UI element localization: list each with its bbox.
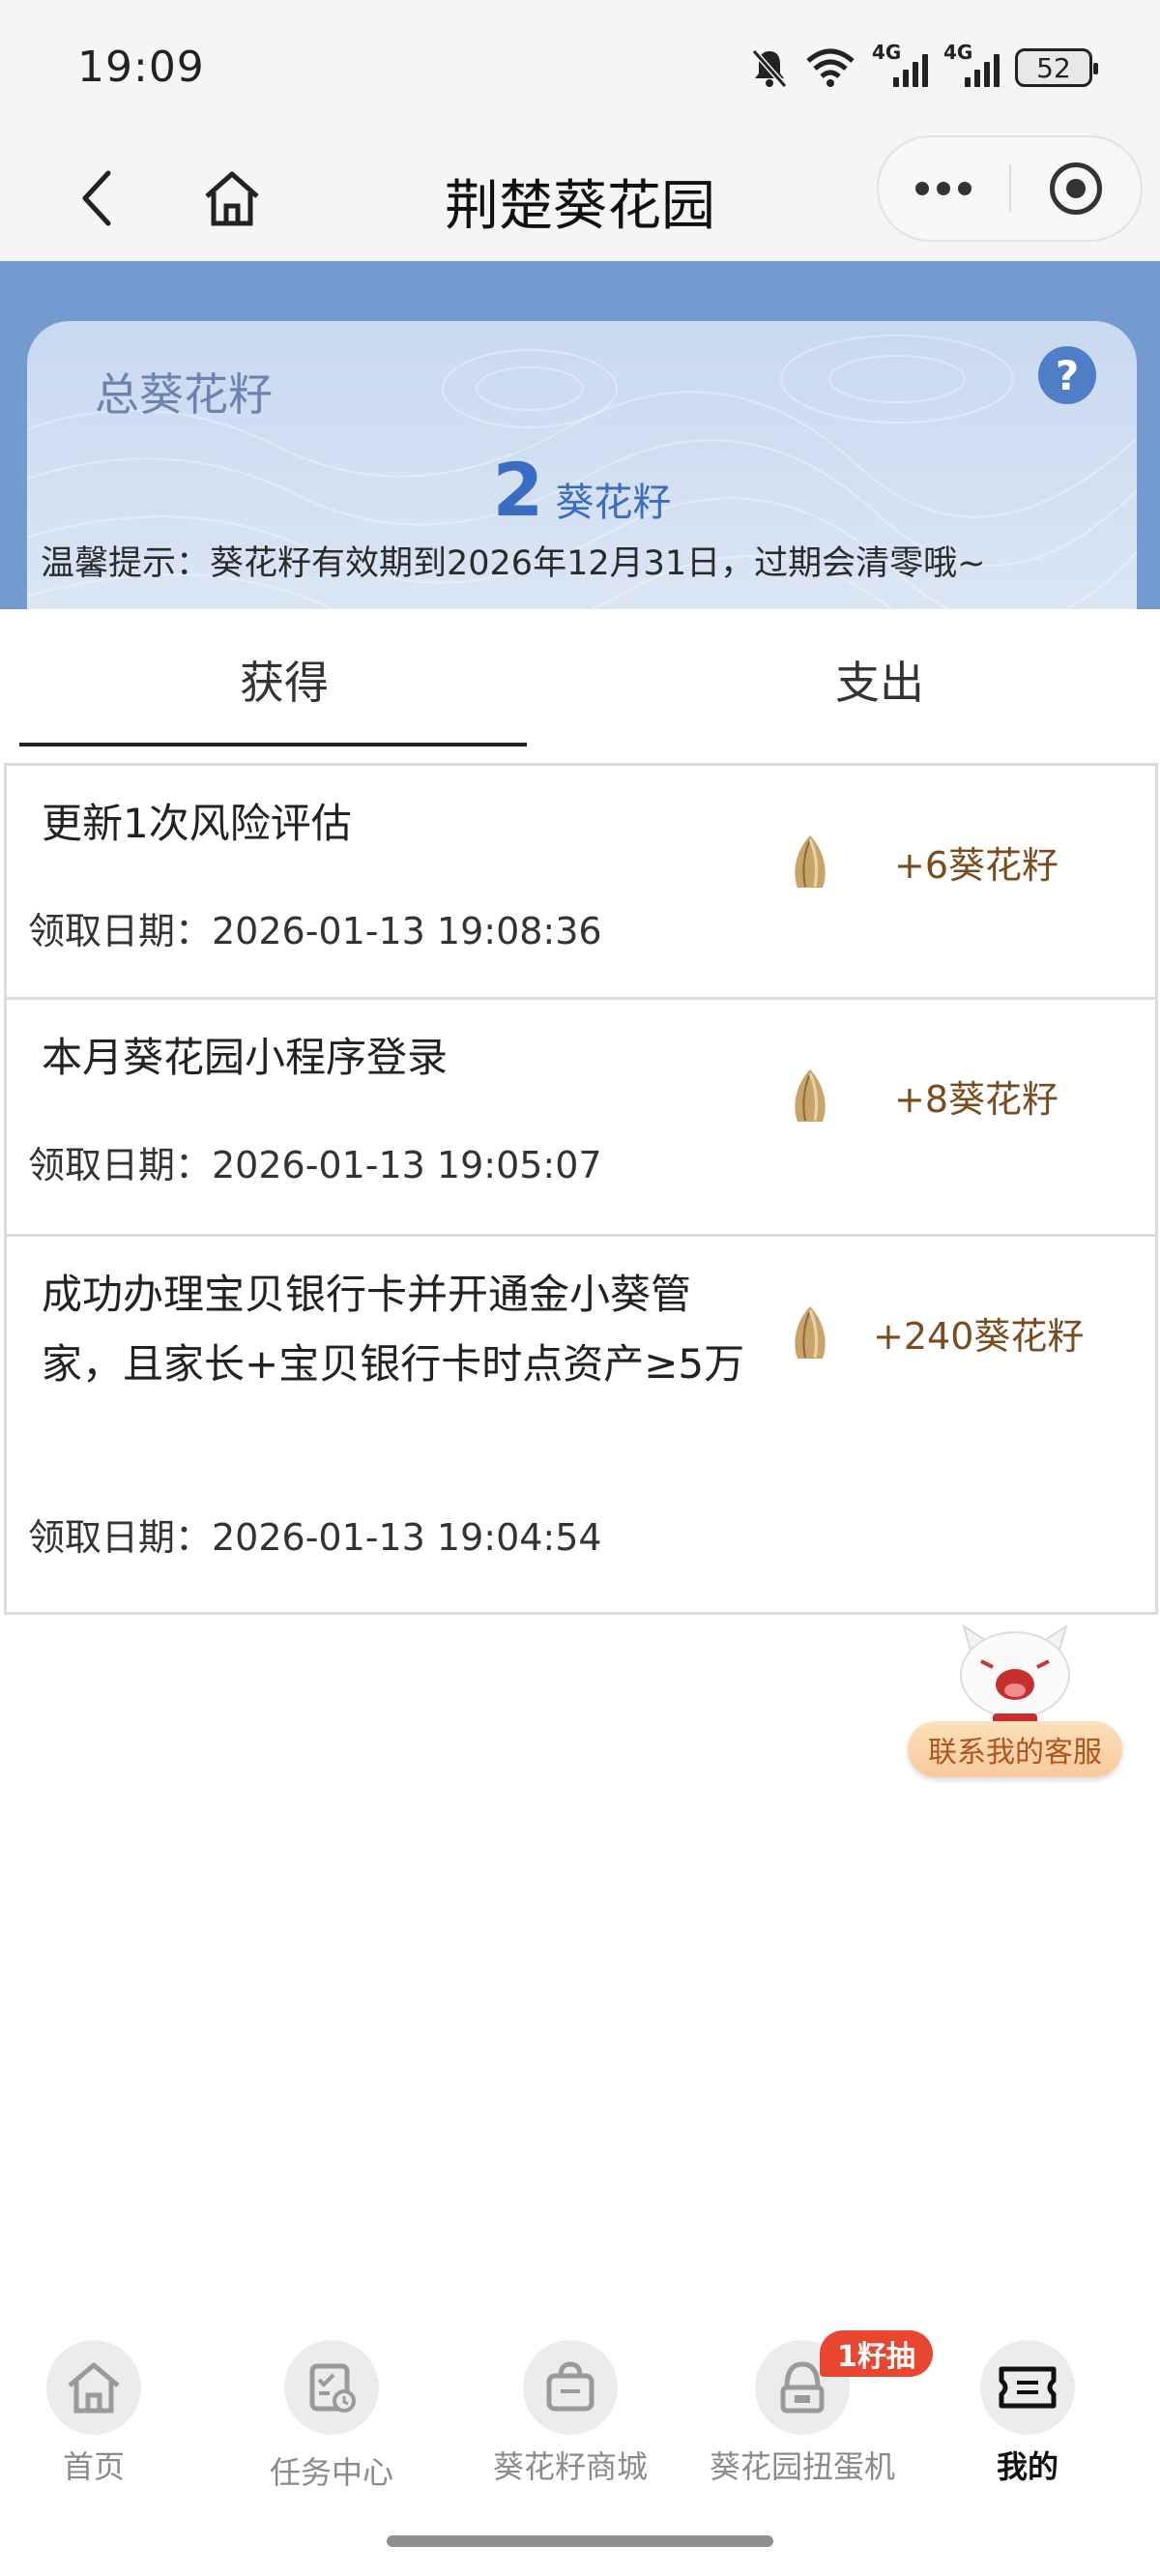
home-icon <box>46 2340 141 2435</box>
nav-bar: 荆楚葵花园 <box>0 135 1160 261</box>
tabbar-label: 任务中心 <box>269 2454 393 2491</box>
record-points: +6葵花籽 <box>894 844 1059 887</box>
tabbar-item-home[interactable]: 首页 <box>0 2340 210 2487</box>
signal-icon-2: 4G <box>943 41 1000 87</box>
record-title: 本月葵花园小程序登录 <box>42 1034 449 1081</box>
sunflower-seed-icon <box>795 1069 826 1122</box>
record-title: 成功办理宝贝银行卡并开通金小葵管家，且家长+宝贝银行卡时点资产≥5万 <box>42 1271 745 1388</box>
status-bar: 19:09 4G 4G 52 <box>0 0 1160 135</box>
tab-earn[interactable]: 获得 <box>240 648 329 712</box>
total-seeds-value: 2 葵花籽 <box>27 447 1137 533</box>
home-indicator <box>387 2535 773 2547</box>
records-list: 更新1次风险评估 领取日期：2026-01-13 19:08:36 +6葵花籽 … <box>4 763 1158 1615</box>
record-date: 领取日期：2026-01-13 19:05:07 <box>28 1144 602 1186</box>
record-date: 领取日期：2026-01-13 19:04:54 <box>28 1516 602 1559</box>
record-tabs: 获得 支出 <box>0 609 1160 754</box>
battery-level: 52 <box>1036 51 1071 84</box>
more-dots-icon <box>915 182 930 195</box>
tabbar-item-mine[interactable]: 我的 <box>912 2340 1144 2487</box>
task-calendar-icon <box>284 2340 379 2435</box>
customer-service-button[interactable]: 联系我的客服 <box>904 1625 1126 1779</box>
list-item: 本月葵花园小程序登录 领取日期：2026-01-13 19:05:07 +8葵花… <box>4 997 1158 1237</box>
network-type-2: 4G <box>943 41 973 64</box>
cat-mascot-icon <box>960 1625 1070 1729</box>
target-circle-icon <box>1049 162 1102 215</box>
list-item: 更新1次风险评估 领取日期：2026-01-13 19:08:36 +6葵花籽 <box>4 763 1158 1000</box>
help-icon[interactable]: ? <box>1038 346 1096 404</box>
sunflower-seed-icon <box>795 1306 826 1359</box>
close-miniprogram-button[interactable] <box>1011 162 1142 215</box>
record-points: +8葵花籽 <box>894 1078 1059 1121</box>
miniprogram-capsule <box>877 135 1143 242</box>
bottom-tab-bar: 首页 任务中心 葵花籽商城 1籽抽 葵花园扭蛋机 我的 <box>0 2301 1160 2514</box>
status-time: 19:09 <box>77 43 205 92</box>
sunflower-seed-icon <box>795 835 826 888</box>
shopping-bag-icon <box>523 2340 618 2435</box>
summary-band: 总葵花籽 ? 2 葵花籽 温馨提示：葵花籽有效期到2026年12月31日，过期会清… <box>0 261 1160 609</box>
tabbar-label: 葵花籽商城 <box>492 2448 648 2485</box>
status-icons: 4G 4G 52 <box>750 41 1098 93</box>
expiry-notice: 温馨提示：葵花籽有效期到2026年12月31日，过期会清零哦~ <box>41 544 986 583</box>
mute-bell-icon <box>751 49 788 88</box>
wifi-icon <box>806 48 855 87</box>
tabbar-item-gacha[interactable]: 1籽抽 葵花园扭蛋机 <box>686 2330 933 2487</box>
tabbar-item-tasks[interactable]: 任务中心 <box>216 2340 448 2493</box>
customer-service-label: 联系我的客服 <box>908 1721 1122 1777</box>
tab-spend[interactable]: 支出 <box>835 648 924 712</box>
tabbar-label: 我的 <box>996 2448 1058 2485</box>
tabbar-label: 葵花园扭蛋机 <box>709 2448 895 2485</box>
list-item: 成功办理宝贝银行卡并开通金小葵管家，且家长+宝贝银行卡时点资产≥5万 领取日期：… <box>4 1234 1158 1615</box>
total-seeds-number: 2 <box>492 447 544 533</box>
ticket-icon <box>980 2340 1075 2435</box>
signal-icon-1: 4G <box>872 41 928 87</box>
record-date: 领取日期：2026-01-13 19:08:36 <box>28 910 602 952</box>
total-seeds-unit: 葵花籽 <box>555 481 672 525</box>
active-tab-indicator <box>19 743 527 746</box>
more-button[interactable] <box>879 182 1009 195</box>
summary-card: 总葵花籽 ? 2 葵花籽 温馨提示：葵花籽有效期到2026年12月31日，过期会清… <box>27 321 1137 609</box>
tabbar-item-mall[interactable]: 葵花籽商城 <box>454 2340 686 2487</box>
record-title: 更新1次风险评估 <box>42 800 352 847</box>
tabbar-label: 首页 <box>62 2448 125 2485</box>
record-points: +240葵花籽 <box>873 1315 1085 1358</box>
total-seeds-label: 总葵花籽 <box>95 368 273 421</box>
network-type-1: 4G <box>872 41 902 64</box>
battery-icon: 52 <box>1015 48 1098 87</box>
